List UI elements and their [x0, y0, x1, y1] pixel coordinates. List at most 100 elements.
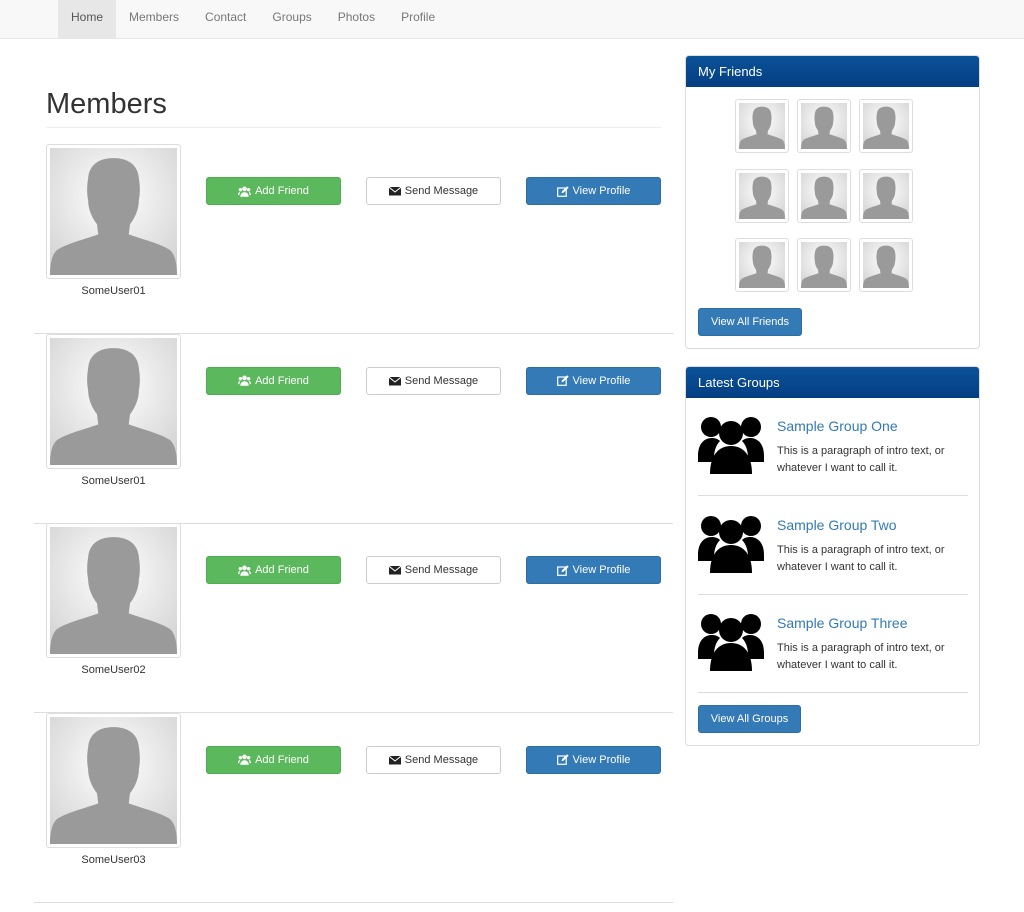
users-icon — [238, 186, 252, 197]
envelope-icon — [388, 755, 401, 765]
group-name-link[interactable]: Sample Group One — [777, 418, 898, 434]
page-title: Members — [46, 88, 167, 120]
friend-thumbnail[interactable] — [735, 99, 789, 153]
main-nav: Home Members Contact Groups Photos Profi… — [58, 0, 448, 38]
edit-icon — [556, 754, 569, 765]
member-avatar[interactable] — [46, 144, 181, 279]
nav-groups[interactable]: Groups — [259, 0, 324, 38]
friend-thumbnail[interactable] — [859, 238, 913, 292]
view-profile-button[interactable]: View Profile — [526, 556, 661, 584]
friend-thumbnail[interactable] — [735, 238, 789, 292]
edit-icon — [556, 564, 569, 576]
avatar-icon — [50, 527, 177, 654]
group-item: Sample Group Two This is a paragraph of i… — [698, 497, 968, 595]
member-row: SomeUser01 Add Friend Send Message View Pro… — [34, 144, 673, 334]
latest-groups-panel: Latest Groups Sample Group One This is a … — [685, 366, 980, 746]
group-item: Sample Group One This is a paragraph of i… — [698, 398, 968, 496]
member-avatar[interactable] — [46, 523, 181, 658]
avatar-icon — [801, 103, 847, 149]
member-avatar[interactable] — [46, 712, 181, 848]
add-friend-button[interactable]: Add Friend — [206, 745, 341, 774]
member-row: SomeUser03 Add Friend Send Message View Pro… — [34, 712, 673, 903]
send-message-label: Send Message — [404, 753, 479, 766]
add-friend-button[interactable]: Add Friend — [206, 556, 341, 584]
my-friends-panel: My Friends View All Friends — [685, 55, 980, 349]
send-message-label: Send Message — [404, 564, 479, 576]
member-avatar[interactable] — [46, 333, 181, 469]
member-row: SomeUser01 Add Friend Send Message View Pro… — [34, 333, 673, 524]
avatar-icon — [739, 242, 785, 288]
view-profile-label: View Profile — [572, 753, 631, 766]
friend-thumbnail[interactable] — [797, 168, 851, 223]
nav-contact[interactable]: Contact — [192, 0, 259, 38]
avatar-icon — [50, 337, 177, 465]
member-username: SomeUser03 — [81, 853, 146, 866]
friend-thumbnail[interactable] — [859, 99, 913, 153]
view-all-groups-button[interactable]: View All Groups — [698, 705, 801, 733]
avatar-icon — [801, 172, 847, 219]
send-message-button[interactable]: Send Message — [366, 556, 501, 584]
group-name-link[interactable]: Sample Group Three — [777, 615, 907, 631]
view-profile-button[interactable]: View Profile — [526, 177, 661, 205]
group-icon — [698, 511, 764, 573]
nav-home[interactable]: Home — [58, 0, 117, 38]
group-name-link[interactable]: Sample Group Two — [777, 517, 897, 533]
view-profile-label: View Profile — [572, 374, 631, 387]
avatar-icon — [50, 148, 177, 275]
envelope-icon — [388, 565, 401, 575]
view-profile-label: View Profile — [572, 185, 631, 197]
friend-thumbnail[interactable] — [735, 168, 789, 223]
friend-thumbnail[interactable] — [797, 238, 851, 292]
avatar-icon — [801, 242, 847, 288]
group-description: This is a paragraph of intro text, or wh… — [777, 543, 945, 573]
member-username: SomeUser01 — [81, 285, 146, 297]
member-row: SomeUser02 Add Friend Send Message View Pro… — [34, 523, 673, 713]
view-profile-button[interactable]: View Profile — [526, 366, 661, 395]
add-friend-label: Add Friend — [255, 564, 309, 576]
add-friend-button[interactable]: Add Friend — [206, 366, 341, 395]
member-username: SomeUser01 — [81, 474, 146, 487]
avatar-icon — [739, 172, 785, 219]
edit-icon — [556, 375, 569, 386]
add-friend-button[interactable]: Add Friend — [206, 177, 341, 205]
group-icon — [698, 609, 764, 671]
users-icon — [238, 375, 252, 386]
title-divider — [46, 127, 661, 128]
avatar-icon — [863, 172, 909, 219]
avatar-icon — [739, 103, 785, 149]
send-message-button[interactable]: Send Message — [366, 366, 501, 395]
nav-members[interactable]: Members — [116, 0, 192, 38]
nav-profile[interactable]: Profile — [388, 0, 448, 38]
nav-photos[interactable]: Photos — [325, 0, 388, 38]
avatar-icon — [863, 103, 909, 149]
friend-thumbnail[interactable] — [859, 168, 913, 223]
latest-groups-heading: Latest Groups — [686, 367, 979, 398]
member-username: SomeUser02 — [81, 664, 146, 676]
view-profile-label: View Profile — [572, 564, 631, 576]
group-icon — [698, 412, 764, 474]
send-message-button[interactable]: Send Message — [366, 177, 501, 205]
add-friend-label: Add Friend — [255, 753, 309, 766]
add-friend-label: Add Friend — [255, 374, 309, 387]
member-divider — [34, 901, 673, 903]
avatar-icon — [50, 716, 177, 844]
users-icon — [238, 565, 252, 576]
send-message-button[interactable]: Send Message — [366, 745, 501, 774]
view-profile-button[interactable]: View Profile — [526, 745, 661, 774]
friend-thumbnail[interactable] — [797, 99, 851, 153]
avatar-icon — [863, 242, 909, 288]
send-message-label: Send Message — [404, 374, 479, 387]
envelope-icon — [388, 186, 401, 196]
group-description: This is a paragraph of intro text, or wh… — [777, 642, 945, 671]
users-icon — [238, 754, 252, 765]
add-friend-label: Add Friend — [255, 185, 309, 197]
group-description: This is a paragraph of intro text, or wh… — [777, 445, 945, 474]
envelope-icon — [388, 376, 401, 386]
view-all-friends-button[interactable]: View All Friends — [698, 308, 802, 336]
top-navbar: Home Members Contact Groups Photos Profi… — [0, 0, 1024, 39]
group-item: Sample Group Three This is a paragraph of… — [698, 595, 968, 693]
edit-icon — [556, 185, 569, 197]
group-divider — [698, 692, 968, 693]
send-message-label: Send Message — [404, 185, 479, 197]
my-friends-heading: My Friends — [686, 56, 979, 87]
